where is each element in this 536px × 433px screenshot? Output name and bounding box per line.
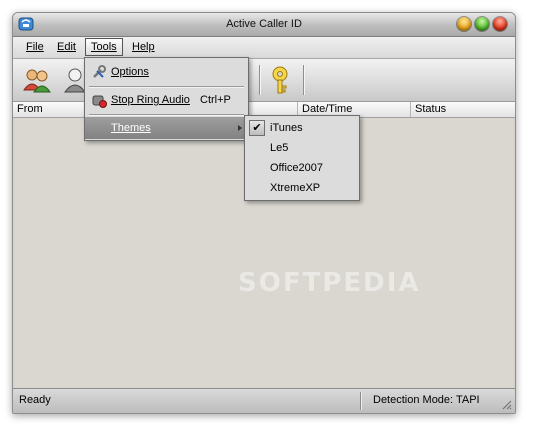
close-button[interactable]	[493, 17, 507, 31]
status-bar: Ready Detection Mode: TAPI	[13, 388, 515, 413]
wrench-screwdriver-icon	[93, 65, 106, 78]
menu-edit-label: Edit	[57, 41, 76, 53]
menu-edit[interactable]: Edit	[52, 39, 81, 55]
menu-help[interactable]: Help	[127, 39, 160, 55]
detection-mode-text: Detection Mode: TAPI	[373, 394, 480, 406]
column-header-status[interactable]: Status	[411, 102, 515, 117]
menu-item-options-label: Options	[111, 66, 149, 78]
menu-separator	[89, 86, 244, 87]
title-bar[interactable]: Active Caller ID	[13, 13, 515, 37]
menu-separator	[89, 114, 244, 115]
toolbar-separator	[303, 65, 304, 95]
theme-item-xtremexp[interactable]: XtremeXP	[245, 178, 359, 198]
themes-submenu: ✔ iTunes Le5 Office2007 XtremeXP	[244, 115, 360, 201]
menu-help-label: Help	[132, 41, 155, 53]
menu-item-options[interactable]: Options	[85, 61, 248, 83]
theme-item-label: iTunes	[270, 122, 303, 134]
menu-item-stop-ring-audio-label: Stop Ring Audio	[111, 94, 190, 106]
menu-tools-label: Tools	[91, 41, 117, 53]
menu-item-themes[interactable]: Themes	[85, 117, 248, 139]
maximize-button[interactable]	[475, 17, 489, 31]
status-text: Ready	[19, 394, 51, 406]
menu-file[interactable]: File	[21, 39, 49, 55]
menu-bar: File Edit Tools Help	[13, 37, 515, 59]
contacts-icon[interactable]	[21, 64, 53, 96]
theme-item-le5[interactable]: Le5	[245, 138, 359, 158]
watermark: SOFTPEDIA	[238, 268, 421, 298]
menu-item-themes-label: Themes	[111, 122, 151, 134]
toolbar-separator	[259, 65, 260, 95]
theme-item-label: XtremeXP	[270, 182, 321, 194]
checkmark-icon: ✔	[249, 120, 265, 136]
theme-item-label: Office2007	[270, 162, 324, 174]
menu-tools[interactable]: Tools	[85, 38, 123, 56]
menu-file-label: File	[26, 41, 44, 53]
tools-menu: Options Stop Ring Audio Ctrl+P Themes	[84, 57, 249, 141]
menu-item-stop-ring-audio[interactable]: Stop Ring Audio Ctrl+P	[85, 89, 248, 111]
minimize-button[interactable]	[457, 17, 471, 31]
phone-stop-icon	[92, 95, 107, 108]
key-icon[interactable]	[267, 64, 299, 96]
theme-item-label: Le5	[270, 142, 289, 154]
submenu-arrow-icon	[238, 125, 242, 131]
theme-item-itunes[interactable]: ✔ iTunes	[245, 118, 359, 138]
theme-item-office2007[interactable]: Office2007	[245, 158, 359, 178]
stop-ring-audio-shortcut: Ctrl+P	[200, 94, 231, 106]
resize-grip-icon[interactable]	[500, 398, 512, 410]
window-title: Active Caller ID	[226, 18, 302, 30]
status-divider	[360, 392, 361, 410]
